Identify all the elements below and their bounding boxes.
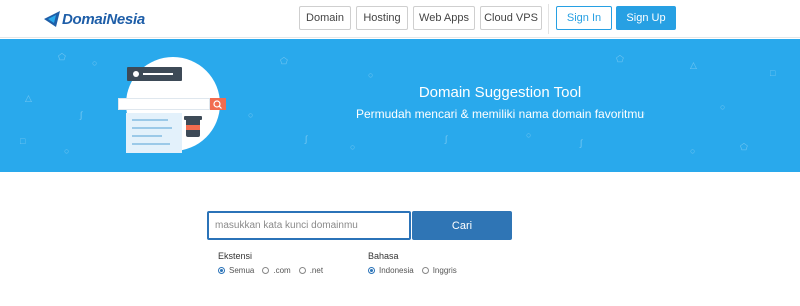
illustration-list-card (126, 113, 182, 153)
logo-icon (44, 11, 60, 27)
nav-web-apps-button[interactable]: Web Apps (413, 6, 475, 30)
illustration-dot (133, 71, 139, 77)
decor-circle-icon: ○ (720, 102, 726, 112)
decor-pentagon-icon: ⬠ (740, 142, 748, 152)
decor-circle-icon: ○ (350, 142, 356, 152)
extension-label: Ekstensi (218, 251, 253, 261)
decor-wave-icon: ∫ (305, 134, 308, 144)
brand-name: DomaiNesia (62, 10, 145, 28)
extension-option-net[interactable]: .net (298, 266, 323, 275)
language-radio-group: Indonesia Inggris (368, 266, 465, 275)
radio-icon[interactable] (298, 267, 306, 274)
decor-triangle-icon: △ (25, 93, 32, 103)
decor-circle-icon: ○ (248, 110, 254, 120)
decor-triangle-icon: △ (690, 60, 697, 70)
brand-logo[interactable]: DomaiNesia (44, 9, 145, 29)
decor-pentagon-icon: ⬠ (280, 56, 288, 66)
radio-checked-icon[interactable] (218, 267, 225, 274)
nav-domain-button[interactable]: Domain (299, 6, 351, 30)
decor-square-icon: □ (770, 68, 776, 78)
extension-option-com[interactable]: .com (262, 266, 291, 275)
decor-wave-icon: ∫ (445, 134, 448, 144)
decor-wave-icon: ∫ (80, 110, 83, 120)
decor-circle-icon: ○ (64, 146, 70, 156)
top-navbar: DomaiNesia Domain Hosting Web Apps Cloud… (0, 0, 800, 38)
decor-circle-icon: ○ (92, 58, 98, 68)
illustration-search-icon (210, 98, 226, 110)
decor-circle-icon: ○ (690, 146, 696, 156)
radio-icon[interactable] (421, 267, 429, 274)
illustration-cup-band (186, 125, 200, 130)
extension-radio-group: Semua .com .net (218, 266, 331, 275)
hero-title: Domain Suggestion Tool (418, 84, 582, 101)
illustration-search-box (118, 98, 210, 110)
nav-hosting-button[interactable]: Hosting (356, 6, 408, 30)
language-option-indonesia[interactable]: Indonesia (368, 266, 414, 275)
nav-cloud-vps-button[interactable]: Cloud VPS (480, 6, 542, 30)
decor-pentagon-icon: ⬠ (58, 52, 66, 62)
domain-search-input[interactable] (207, 211, 411, 240)
search-button[interactable]: Cari (412, 211, 512, 240)
decor-circle-icon: ○ (526, 130, 532, 140)
nav-divider (548, 4, 549, 34)
decor-square-icon: □ (20, 136, 26, 146)
radio-checked-icon[interactable] (368, 267, 375, 274)
sign-in-button[interactable]: Sign In (556, 6, 612, 30)
language-label: Bahasa (368, 251, 399, 261)
decor-pentagon-icon: ⬠ (616, 54, 624, 64)
sign-up-button[interactable]: Sign Up (616, 6, 676, 30)
hero-subtitle: Permudah mencari & memiliki nama domain … (355, 107, 645, 121)
hero-banner: ⬠ ○ △ ∫ □ ○ ⬠ ○ ○ ∫ ○ ∫ ○ ∫ ⬠ △ ○ ○ ⬠ □ … (0, 39, 800, 172)
decor-wave-icon: ∫ (580, 138, 583, 148)
illustration-line (143, 73, 173, 75)
radio-icon[interactable] (262, 267, 270, 274)
decor-circle-icon: ○ (368, 70, 374, 80)
extension-option-semua[interactable]: Semua (218, 266, 254, 275)
language-option-inggris[interactable]: Inggris (421, 266, 457, 275)
